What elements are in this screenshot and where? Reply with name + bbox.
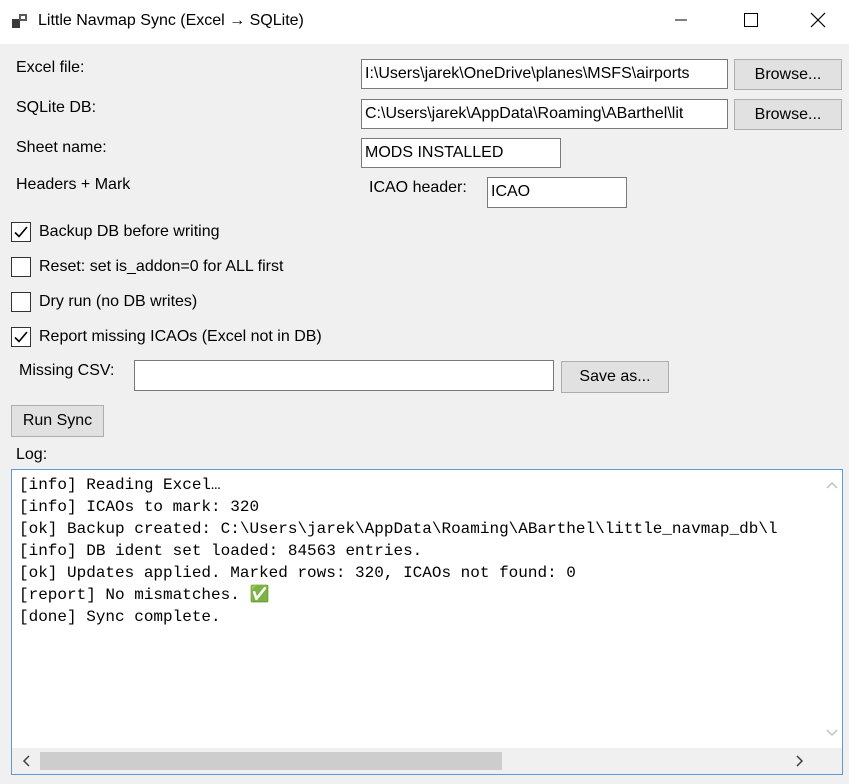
excel-browse-button[interactable]: Browse... xyxy=(734,59,842,90)
sqlite-db-input[interactable]: C:\Users\jarek\AppData\Roaming\ABarthel\… xyxy=(361,99,728,129)
minimize-button[interactable] xyxy=(646,0,716,44)
vertical-scrollbar[interactable] xyxy=(822,470,842,748)
scroll-down-icon[interactable] xyxy=(822,724,842,742)
maximize-button[interactable] xyxy=(716,0,786,44)
backup-db-checkbox[interactable]: Backup DB before writing xyxy=(11,221,220,243)
maximize-icon xyxy=(744,12,758,32)
scroll-right-icon[interactable] xyxy=(790,752,810,770)
main-window: Little Navmap Sync (Excel → SQLite) Exce… xyxy=(0,0,849,784)
horizontal-scroll-thumb[interactable] xyxy=(40,752,502,770)
log-textbox[interactable]: [info] Reading Excel… [info] ICAOs to mar… xyxy=(11,469,843,775)
excel-file-label: Excel file: xyxy=(16,59,85,76)
missing-csv-label: Missing CSV: xyxy=(19,362,115,379)
sqlite-browse-button[interactable]: Browse... xyxy=(734,99,842,130)
minimize-icon xyxy=(675,13,687,31)
log-content: [info] Reading Excel… [info] ICAOs to mar… xyxy=(19,474,814,744)
icao-header-label: ICAO header: xyxy=(369,179,467,196)
run-sync-button[interactable]: Run Sync xyxy=(11,405,104,437)
checkbox-label: Report missing ICAOs (Excel not in DB) xyxy=(39,328,322,345)
checkbox-label: Reset: set is_addon=0 for ALL first xyxy=(39,258,284,275)
checkbox-box[interactable] xyxy=(11,327,31,347)
log-line: [report] No mismatches. ✅ xyxy=(19,586,270,604)
reset-addon-checkbox[interactable]: Reset: set is_addon=0 for ALL first xyxy=(11,256,283,278)
sheet-name-input[interactable]: MODS INSTALLED xyxy=(361,138,561,168)
checkbox-box[interactable] xyxy=(11,292,31,312)
close-icon xyxy=(810,12,826,33)
save-as-button[interactable]: Save as... xyxy=(561,361,669,393)
log-line: [ok] Backup created: C:\Users\jarek\AppD… xyxy=(19,520,778,538)
scroll-up-icon[interactable] xyxy=(822,476,842,494)
log-line: [ok] Updates applied. Marked rows: 320, … xyxy=(19,564,576,582)
close-button[interactable] xyxy=(786,0,849,44)
log-line: [info] ICAOs to mark: 320 xyxy=(19,498,260,516)
title-bar[interactable]: Little Navmap Sync (Excel → SQLite) xyxy=(0,0,849,44)
excel-file-input[interactable]: I:\Users\jarek\OneDrive\planes\MSFS\airp… xyxy=(361,59,728,89)
checkbox-label: Dry run (no DB writes) xyxy=(39,293,198,310)
log-line: [info] Reading Excel… xyxy=(19,476,221,494)
checkbox-label: Backup DB before writing xyxy=(39,223,220,240)
checkbox-box[interactable] xyxy=(11,257,31,277)
log-line: [done] Sync complete. xyxy=(19,608,221,626)
dry-run-checkbox[interactable]: Dry run (no DB writes) xyxy=(11,291,197,313)
app-icon xyxy=(11,12,29,30)
scrollbar-corner xyxy=(822,748,842,774)
icao-header-input[interactable]: ICAO xyxy=(487,177,627,208)
missing-csv-input[interactable] xyxy=(134,360,554,391)
log-label: Log: xyxy=(16,446,48,463)
horizontal-scrollbar[interactable] xyxy=(12,748,824,774)
scroll-left-icon[interactable] xyxy=(16,752,36,770)
report-missing-checkbox[interactable]: Report missing ICAOs (Excel not in DB) xyxy=(11,326,322,348)
headers-mark-label: Headers + Mark xyxy=(16,176,131,193)
sheet-name-label: Sheet name: xyxy=(16,139,107,156)
window-title: Little Navmap Sync (Excel → SQLite) xyxy=(38,12,304,29)
sqlite-db-label: SQLite DB: xyxy=(16,99,97,116)
log-line: [info] DB ident set loaded: 84563 entrie… xyxy=(19,542,423,560)
checkbox-box[interactable] xyxy=(11,222,31,242)
